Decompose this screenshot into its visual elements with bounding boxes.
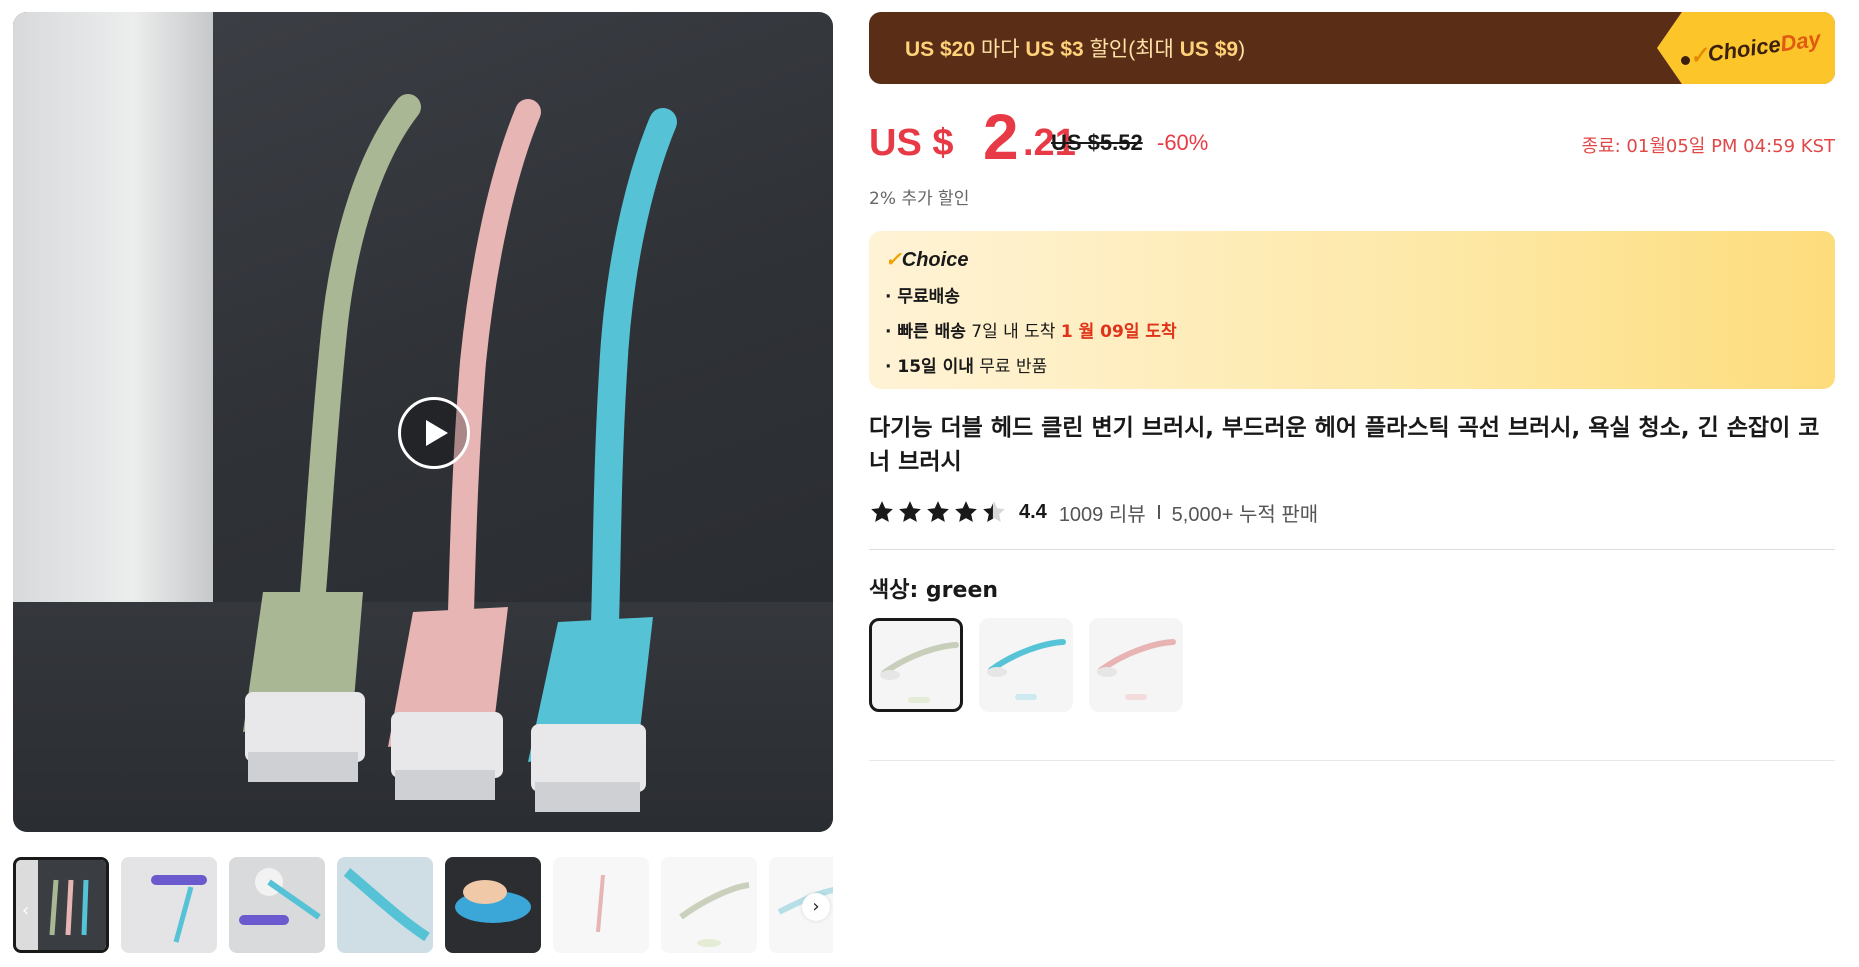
star-icon [927,501,949,522]
swatch-pink[interactable] [1089,618,1183,712]
star-icon [871,501,893,522]
discount-badge: -60% [1157,130,1209,155]
chevron-right-icon[interactable]: › [802,893,830,921]
color-swatches [869,618,1835,712]
color-label: 색상: green [869,578,999,603]
choice-day-logo: ✓ChoiceDay [1687,25,1823,70]
rating-value: 4.4 [1019,500,1047,523]
price-whole: 2 [983,101,1019,173]
sold-count: 5,000+ 누적 판매 [1171,503,1319,526]
extra-discount: 2% 추가 할인 [869,189,970,209]
divider [1157,505,1160,519]
thumbnail-5[interactable] [445,857,541,953]
star-rating [869,499,1007,525]
benefit-fast-delivery: · 빠른 배송 7일 내 도착 1 월 09일 도착 [885,322,1177,342]
product-info-panel: US $20 마다 US $3 할인(최대 US $9) ✓ChoiceDay … [869,12,1835,761]
thumbnail-6[interactable] [553,857,649,953]
star-icon [955,501,977,522]
original-price: US $5.52 [1051,130,1143,155]
swatch-blue[interactable] [979,618,1073,712]
chevron-left-icon[interactable]: ‹ [22,900,29,921]
section-divider [869,760,1835,761]
swatch-green[interactable] [869,618,963,712]
thumbnail-strip [13,857,833,953]
promo-text: US $20 마다 US $3 할인(최대 US $9) [905,38,1246,61]
sale-end-time: 종료: 01월05일 PM 04:59 KST [1581,136,1835,157]
benefit-free-returns: · 15일 이내 무료 반품 [885,357,1048,377]
main-product-image[interactable] [13,12,833,832]
thumbnail-4[interactable] [337,857,433,953]
half-star-icon [983,501,1005,522]
choice-logo: ✓Choice [885,249,969,271]
thumbnail-3[interactable] [229,857,325,953]
section-divider [869,549,1835,550]
rating-row[interactable]: 4.4 1009 리뷰 5,000+ 누적 판매 [869,497,1835,527]
product-title: 다기능 더블 헤드 클린 변기 브러시, 부드러운 헤어 플라스틱 곡선 브러시… [869,415,1820,475]
promo-banner[interactable]: US $20 마다 US $3 할인(최대 US $9) ✓ChoiceDay [869,12,1835,84]
play-video-button[interactable] [398,397,470,469]
choice-benefits-box[interactable]: ✓Choice · 무료배송 · 빠른 배송 7일 내 도착 1 월 09일 도… [869,231,1835,389]
choice-day-tag: ✓ChoiceDay [1657,12,1835,84]
star-icon [899,501,921,522]
price-currency: US $ [869,122,954,164]
review-count-link[interactable]: 1009 리뷰 [1059,498,1146,527]
price-row: US $ 2 .21 US $5.52 -60% 종료: 01월05일 PM 0… [869,100,1835,180]
benefit-free-shipping: · 무료배송 [885,287,960,307]
play-icon [426,420,448,446]
thumbnail-2[interactable] [121,857,217,953]
thumbnail-7[interactable] [661,857,757,953]
